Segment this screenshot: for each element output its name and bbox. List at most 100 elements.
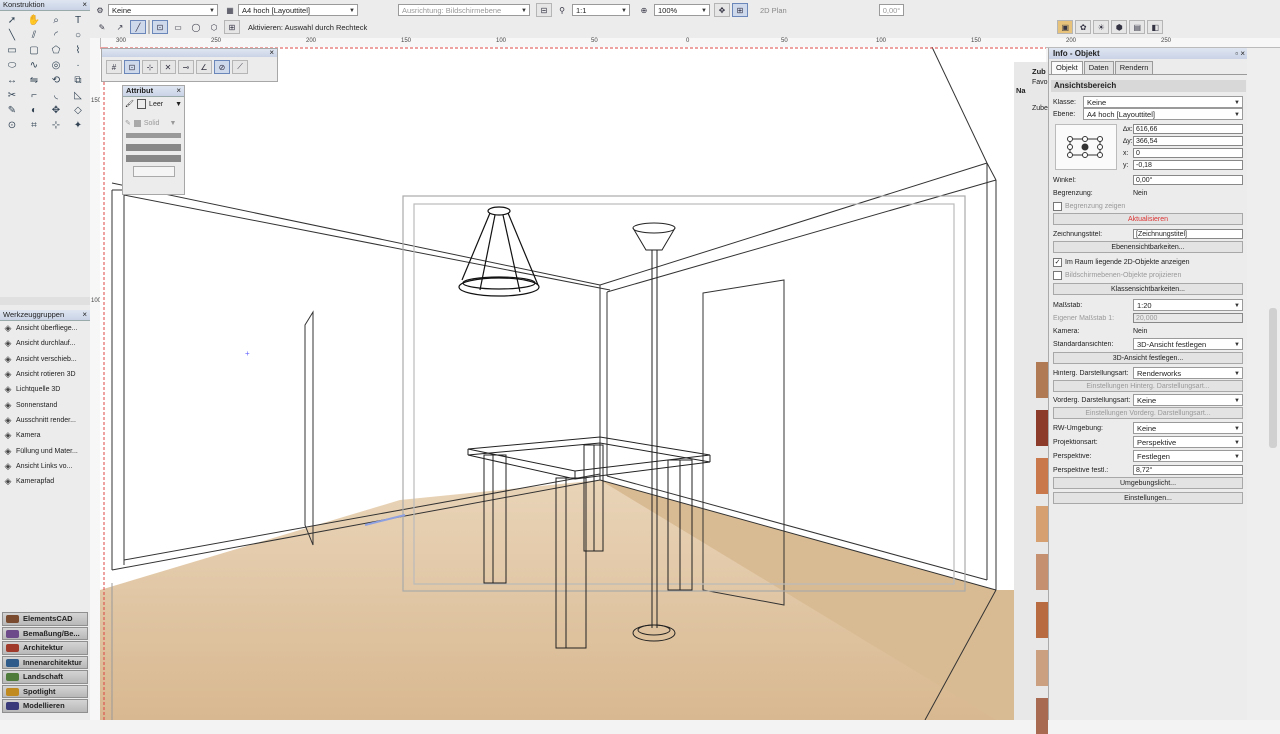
rect-select-mode-icon[interactable]: ⊡ <box>152 20 168 34</box>
einstellungen-hintergrund-button[interactable]: Einstellungen Hinterg. Darstellungsart..… <box>1053 380 1243 392</box>
dy-field[interactable]: 366,54 <box>1133 136 1243 146</box>
connect-icon[interactable]: ⌐ <box>23 88 45 103</box>
snap-point-icon[interactable]: ⟋ <box>232 60 248 74</box>
snap-tangent-icon[interactable]: ⊘ <box>214 60 230 74</box>
close-icon[interactable]: × <box>176 86 181 96</box>
material-swatch[interactable] <box>1036 698 1048 734</box>
reshape-icon[interactable]: ◇ <box>67 103 89 118</box>
rectangle-icon[interactable]: ▭ <box>1 43 23 58</box>
y-field[interactable]: -0,18 <box>1133 160 1243 170</box>
werkzeugset-button[interactable]: Architektur <box>2 641 88 655</box>
scrollbar-thumb[interactable] <box>1269 308 1277 448</box>
fill-row[interactable]: 🖌 Leer ▼ <box>123 97 184 111</box>
close-icon[interactable]: × <box>82 0 87 10</box>
hintergrund-select[interactable]: Renderworks ▼ <box>1133 367 1243 379</box>
dx-field[interactable]: 616,66 <box>1133 124 1243 134</box>
material-swatch[interactable] <box>1036 506 1048 542</box>
lightbulb-icon[interactable]: ☀ <box>1093 20 1110 34</box>
dimension-icon[interactable]: ↔ <box>1 73 23 88</box>
point-icon[interactable]: · <box>67 58 89 73</box>
material-swatch[interactable] <box>1036 602 1048 638</box>
einstellungen-vordergrund-button[interactable]: Einstellungen Vorderg. Darstellungsart..… <box>1053 407 1243 419</box>
im-raum-checkbox[interactable]: ✓ Im Raum liegende 2D-Objekte anzeigen <box>1053 256 1243 268</box>
snap-angle-icon[interactable]: ∠ <box>196 60 212 74</box>
eigener-massstab-field[interactable]: 20,000 <box>1133 313 1243 323</box>
oval-icon[interactable]: ⬭ <box>1 58 23 73</box>
rotate-tool-icon[interactable]: ⟲ <box>45 73 67 88</box>
einstellungen-button[interactable]: Einstellungen... <box>1053 492 1243 504</box>
werkzeuggruppe-item[interactable]: ◈ Ansicht rotieren 3D <box>0 367 90 382</box>
zeichnungstitel-field[interactable]: [Zeichnungstitel] <box>1133 229 1243 239</box>
projektionsart-select[interactable]: Perspektive ▼ <box>1133 436 1243 448</box>
werkzeuggruppe-item[interactable]: ◈ Sonnenstand <box>0 397 90 412</box>
target-icon[interactable]: ⊙ <box>1 118 23 133</box>
close-icon[interactable]: × <box>269 48 274 57</box>
standardansichten-select[interactable]: 3D-Ansicht festlegen ▼ <box>1133 338 1243 350</box>
snap-distance-icon[interactable]: ⊸ <box>178 60 194 74</box>
2d-plan-icon[interactable]: ⊞ <box>732 3 748 17</box>
bulb-icon[interactable]: ✦ <box>67 118 89 133</box>
close-icon[interactable]: ▫ × <box>1235 48 1245 59</box>
line-weight-2[interactable] <box>126 144 181 151</box>
zoom-tool-icon[interactable]: ⊕ <box>636 3 652 17</box>
eyedropper-icon[interactable]: ✎ <box>1 103 23 118</box>
fillet-icon[interactable]: ◟ <box>45 88 67 103</box>
perspektive-festl-field[interactable]: 8,72° <box>1133 465 1243 475</box>
aktualisieren-button[interactable]: Aktualisieren <box>1053 213 1243 225</box>
tab-daten[interactable]: Daten <box>1083 61 1114 74</box>
layer-select[interactable]: A4 hoch [Layouttitel] ▼ <box>238 4 358 16</box>
material-swatch[interactable] <box>1036 410 1048 446</box>
floorplan-icon[interactable]: ▤ <box>1129 20 1146 34</box>
begrenzung-zeigen-checkbox[interactable]: Begrenzung zeigen <box>1053 200 1243 212</box>
render-icon[interactable]: ▣ <box>1057 20 1074 34</box>
snap-intersect-icon[interactable]: ⊹ <box>142 60 158 74</box>
class-icon[interactable]: ⚙ <box>94 3 106 17</box>
pen-row[interactable]: ✎ Solid ▼ <box>123 111 184 129</box>
werkzeugset-button[interactable]: Innenarchitektur <box>2 655 88 669</box>
ebenensichtbarkeiten-button[interactable]: Ebenensichtbarkeiten... <box>1053 241 1243 253</box>
move-icon[interactable]: ✥ <box>45 103 67 118</box>
circle-icon[interactable]: ○ <box>67 28 89 43</box>
winkel-field[interactable]: 0,00° <box>1133 175 1243 185</box>
freehand-icon[interactable]: ∿ <box>23 58 45 73</box>
x-field[interactable]: 0 <box>1133 148 1243 158</box>
chamfer-icon[interactable]: ◺ <box>67 88 89 103</box>
tab-rendern[interactable]: Rendern <box>1114 61 1154 74</box>
offset-icon[interactable]: ⧉ <box>67 73 89 88</box>
scale-icon[interactable]: ⚲ <box>554 3 570 17</box>
close-icon[interactable]: × <box>82 310 87 320</box>
umgebungslicht-button[interactable]: Umgebungslicht... <box>1053 477 1243 489</box>
pan-hand-icon[interactable]: ✋ <box>23 13 45 28</box>
werkzeuggruppe-item[interactable]: ◈ Ansicht verschieb... <box>0 352 90 367</box>
werkzeuggruppe-item[interactable]: ◈ Ausschnitt render... <box>0 413 90 428</box>
material-swatch[interactable] <box>1036 554 1048 590</box>
zoom-select[interactable]: 100% ▼ <box>654 4 710 16</box>
arc-icon[interactable]: ◜ <box>45 28 67 43</box>
split-icon[interactable]: ✂ <box>1 88 23 103</box>
line-mode-icon[interactable]: ╱ <box>130 20 146 34</box>
werkzeuggruppe-item[interactable]: ◈ Kamera <box>0 428 90 443</box>
line-weight-3[interactable] <box>126 155 181 162</box>
werkzeuggruppe-item[interactable]: ◈ Ansicht überfliege... <box>0 321 90 336</box>
selection-arrow-icon[interactable]: ➚ <box>1 13 23 28</box>
lasso-mode-icon[interactable]: ▭ <box>170 20 186 34</box>
polygon-icon[interactable]: ⬠ <box>45 43 67 58</box>
material-swatch[interactable] <box>1036 458 1048 494</box>
klassensichtbarkeiten-button[interactable]: Klassensichtbarkeiten... <box>1053 283 1243 295</box>
layer-toggle-icon[interactable]: ◧ <box>1147 20 1164 34</box>
material-swatch[interactable] <box>1036 650 1048 686</box>
spiral-icon[interactable]: ◎ <box>45 58 67 73</box>
double-line-icon[interactable]: ⫽ <box>23 28 45 43</box>
perspektive-select[interactable]: Festlegen ▼ <box>1133 450 1243 462</box>
scale-select[interactable]: 1:1 ▼ <box>572 4 630 16</box>
pencil-icon[interactable]: ✎ <box>94 20 110 34</box>
snap-cross-icon[interactable]: ✕ <box>160 60 176 74</box>
rounded-rect-icon[interactable]: ▢ <box>23 43 45 58</box>
massstab-select[interactable]: 1:20 ▼ <box>1133 299 1243 311</box>
position-reference-icon[interactable] <box>1055 124 1117 170</box>
view-nav-icon[interactable]: ✥ <box>714 3 730 17</box>
werkzeugset-button[interactable]: Spotlight <box>2 684 88 698</box>
class-select[interactable]: Keine ▼ <box>108 4 218 16</box>
plane-select[interactable]: Ausrichtung: Bildschirmebene ▼ <box>398 4 530 16</box>
attribute-icon[interactable]: ◐ <box>23 103 45 118</box>
